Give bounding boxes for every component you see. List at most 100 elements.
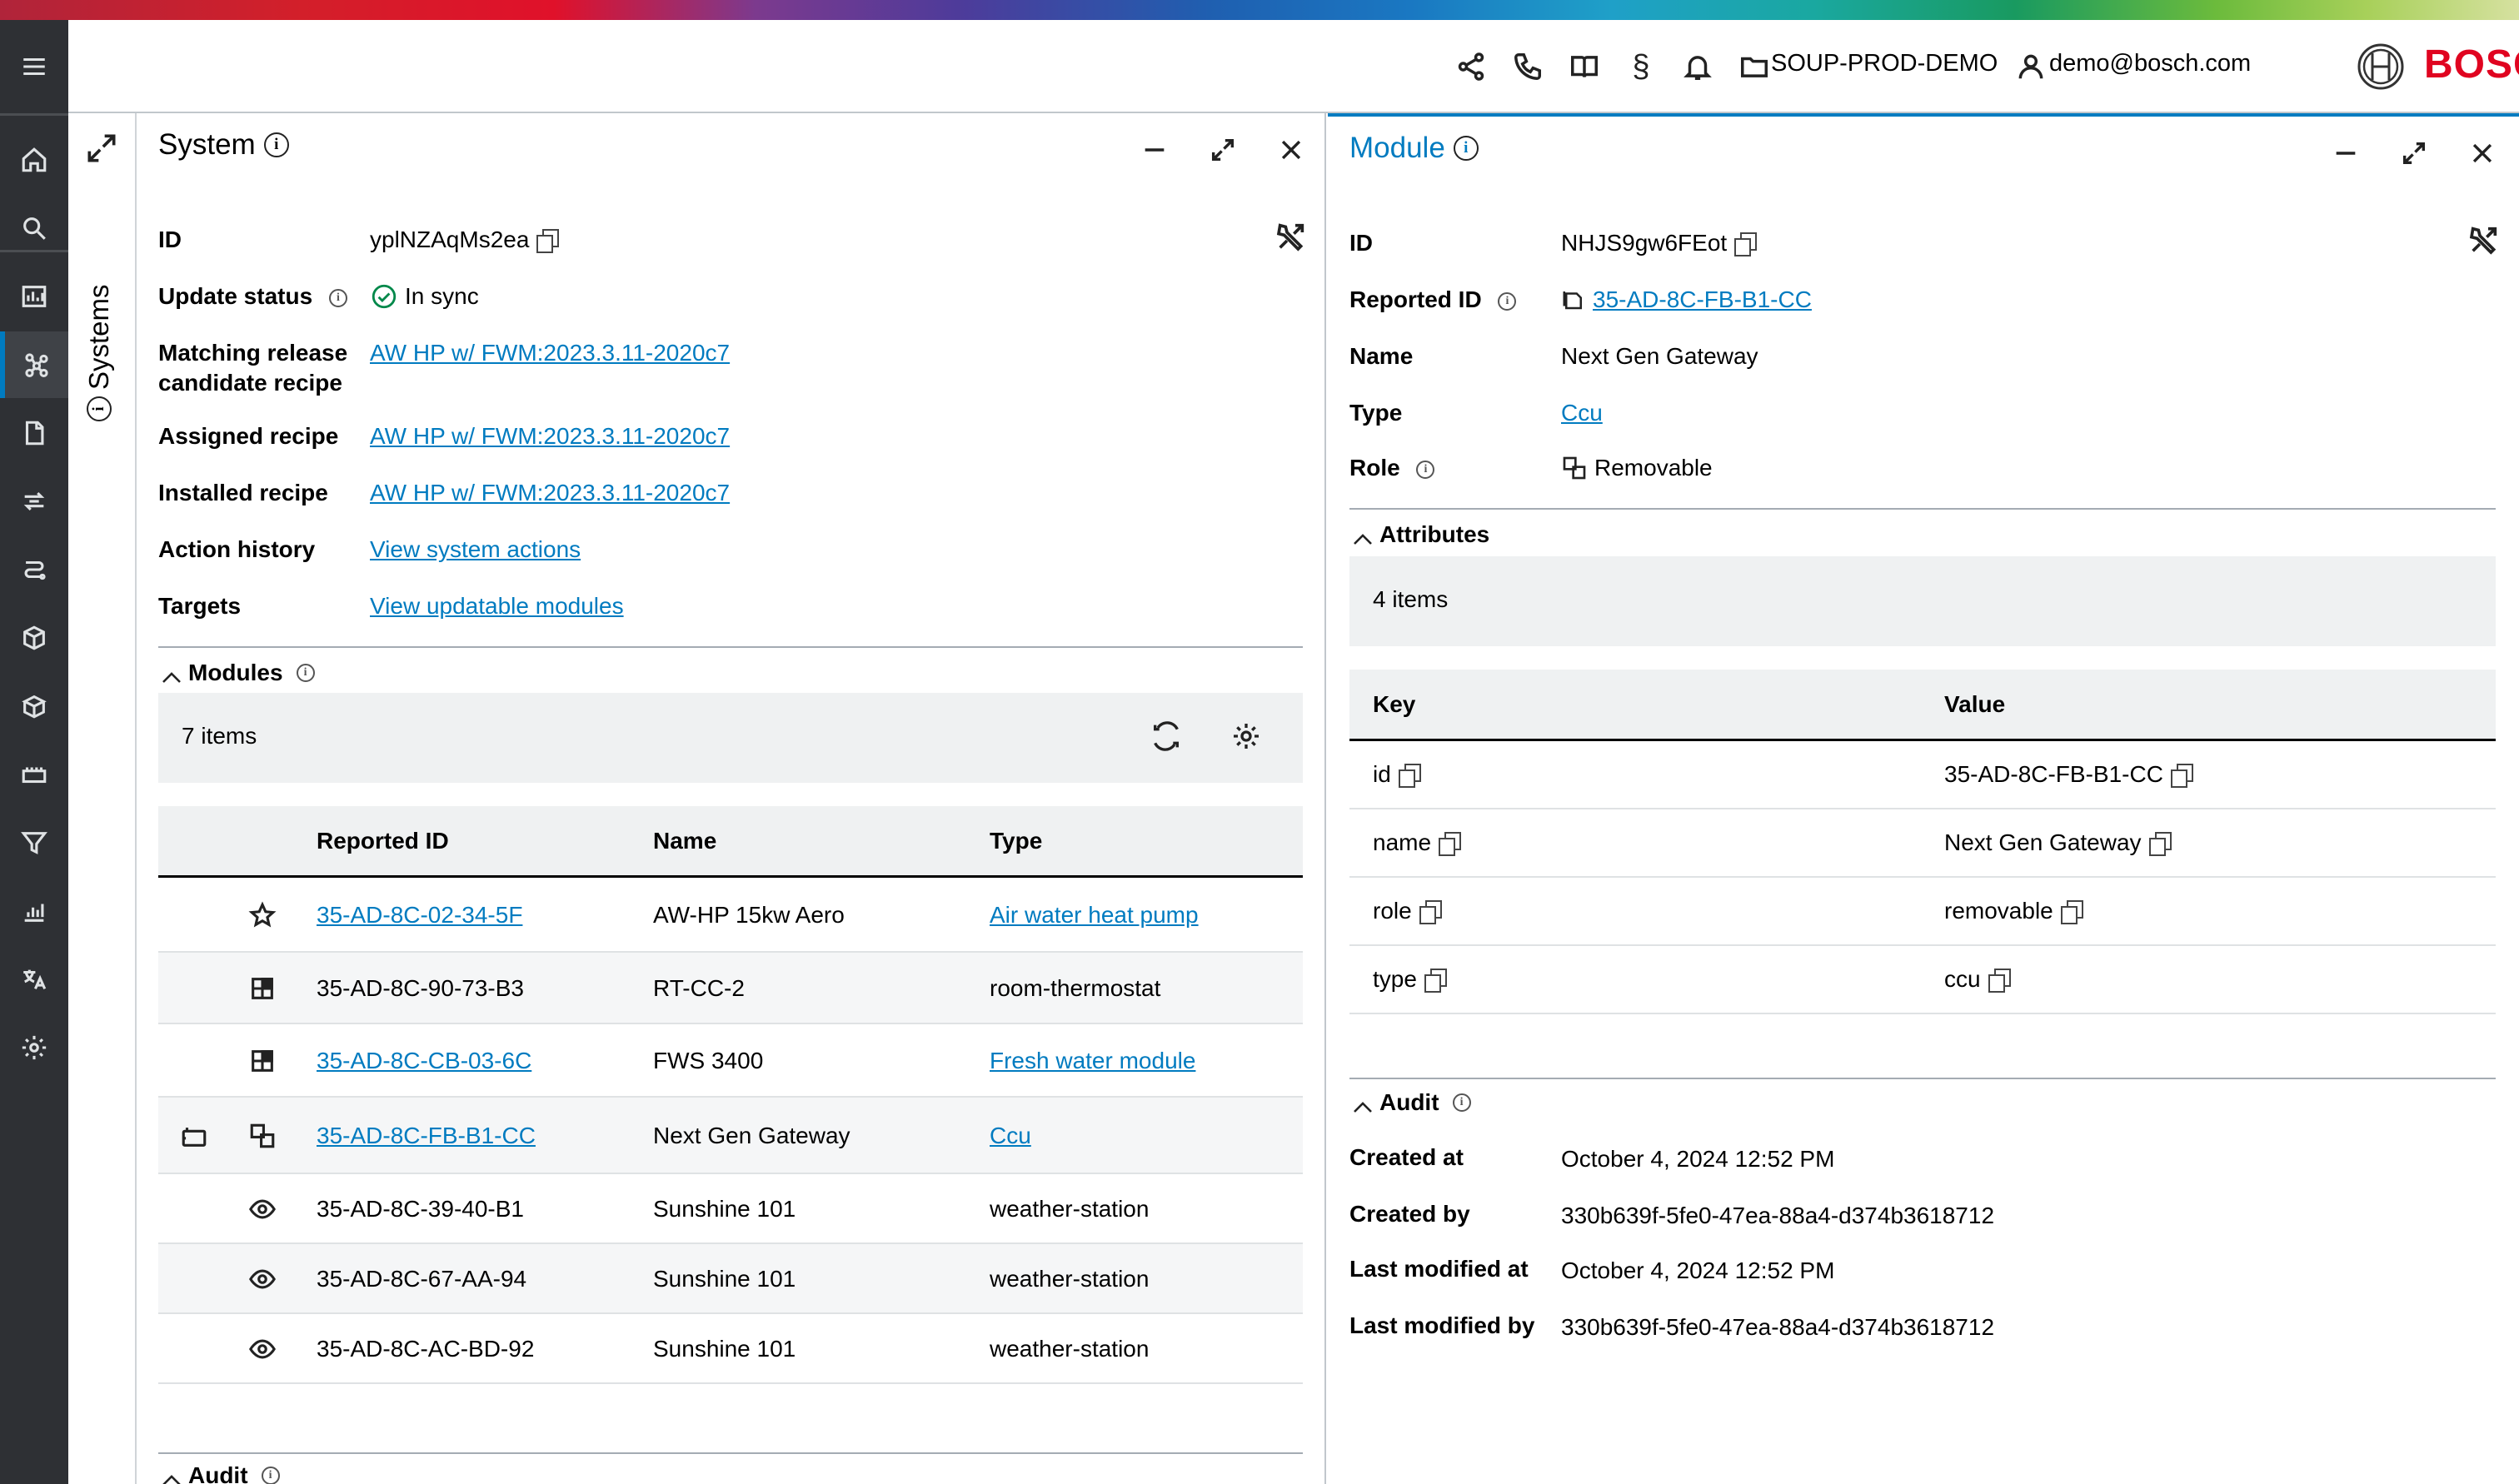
table-row[interactable]: 35-AD-8C-67-AA-94 Sunshine 101 weather-sta… — [158, 1244, 1303, 1314]
table-row[interactable]: name Next Gen Gateway — [1349, 809, 2496, 878]
network-icon[interactable] — [0, 331, 68, 398]
copy-icon[interactable] — [1398, 764, 1421, 788]
type-cell[interactable]: Ccu — [990, 1123, 1031, 1149]
column-header-value[interactable]: Value — [1944, 691, 2005, 718]
type-link[interactable]: Ccu — [1561, 398, 1603, 428]
key-cell: type — [1373, 966, 1447, 993]
table-row[interactable]: role removable — [1349, 878, 2496, 946]
audit-section-header[interactable]: Audit i — [1353, 1089, 1471, 1116]
bar-chart-icon[interactable] — [0, 878, 68, 944]
targets-label: Targets — [158, 593, 242, 619]
book-icon[interactable] — [1564, 47, 1604, 87]
maximize-button[interactable] — [2396, 135, 2432, 172]
info-icon[interactable]: i — [1498, 291, 1517, 311]
info-icon[interactable]: i — [1452, 1093, 1471, 1112]
box-open-icon[interactable] — [0, 673, 68, 740]
legal-paragraph-icon[interactable]: § — [1621, 47, 1661, 87]
chart-board-icon[interactable] — [0, 263, 68, 330]
tools-icon[interactable] — [1274, 220, 1308, 253]
table-row[interactable]: type ccu — [1349, 946, 2496, 1014]
type-cell[interactable]: Air water heat pump — [990, 902, 1199, 929]
column-header-key[interactable]: Key — [1373, 691, 1415, 718]
table-row[interactable]: 35-AD-8C-CB-03-6C FWS 3400 Fresh water mod… — [158, 1024, 1303, 1098]
tenant-selector[interactable]: SOUP-PROD-DEMO — [1771, 50, 1998, 77]
id-value: yplNZAqMs2ea — [370, 225, 560, 255]
close-button[interactable] — [2464, 135, 2501, 172]
audit-section-header[interactable]: Audit i — [162, 1462, 280, 1484]
copy-icon[interactable] — [2060, 900, 2083, 924]
phone-icon[interactable] — [1508, 47, 1548, 87]
expand-icon[interactable] — [83, 130, 120, 167]
brand-color-bar — [0, 0, 2519, 20]
systems-side-tab[interactable]: i Systems — [68, 113, 137, 1484]
table-row[interactable]: 35-AD-8C-AC-BD-92 Sunshine 101 weather-sta… — [158, 1314, 1303, 1384]
module-grid-icon — [248, 1047, 277, 1075]
translate-icon[interactable] — [0, 946, 68, 1013]
table-row[interactable]: 35-AD-8C-39-40-B1 Sunshine 101 weather-sta… — [158, 1174, 1303, 1244]
minimize-button[interactable] — [2327, 135, 2364, 172]
type-cell: weather-station — [990, 1336, 1150, 1362]
info-icon[interactable]: i — [261, 1467, 280, 1484]
tools-icon[interactable] — [2467, 223, 2501, 256]
info-icon[interactable]: i — [296, 664, 315, 682]
table-row[interactable]: 35-AD-8C-FB-B1-CC Next Gen Gateway Ccu — [158, 1098, 1303, 1174]
column-header-name[interactable]: Name — [653, 828, 716, 854]
folder-icon[interactable] — [1738, 47, 1771, 87]
type-cell: weather-station — [990, 1196, 1150, 1222]
attributes-section-header[interactable]: Attributes — [1353, 521, 1489, 548]
bell-icon[interactable] — [1678, 47, 1718, 87]
reported-id-cell[interactable]: 35-AD-8C-CB-03-6C — [317, 1048, 531, 1074]
name-cell: Next Gen Gateway — [653, 1123, 850, 1148]
view-system-actions-link[interactable]: View system actions — [370, 535, 581, 565]
refresh-icon[interactable] — [1150, 720, 1183, 753]
menu-icon[interactable] — [0, 33, 68, 100]
share-icon[interactable] — [1451, 47, 1491, 87]
copy-icon[interactable] — [1424, 969, 1447, 993]
device-icon[interactable] — [0, 741, 68, 808]
name-value: Next Gen Gateway — [1561, 343, 1758, 369]
copy-icon[interactable] — [1419, 900, 1442, 924]
column-header-reported-id[interactable]: Reported ID — [317, 828, 449, 854]
info-icon[interactable]: i — [328, 288, 347, 307]
copy-icon[interactable] — [2170, 764, 2193, 788]
info-icon[interactable]: i — [1453, 136, 1479, 161]
reported-id-cell[interactable]: 35-AD-8C-02-34-5F — [317, 902, 522, 929]
box-icon[interactable] — [0, 605, 68, 671]
id-label: ID — [158, 227, 182, 252]
reported-id-link[interactable]: 35-AD-8C-FB-B1-CC — [1593, 285, 1812, 315]
info-icon[interactable]: i — [1416, 460, 1435, 479]
assigned-recipe-link[interactable]: AW HP w/ FWM:2023.3.11-2020c7 — [370, 421, 730, 451]
copy-icon[interactable] — [1733, 232, 1758, 256]
maximize-button[interactable] — [1205, 132, 1241, 168]
document-icon[interactable] — [0, 400, 68, 466]
copy-icon[interactable] — [2148, 832, 2172, 856]
copy-icon[interactable] — [1988, 969, 2011, 993]
update-status-text-value: In sync — [405, 283, 479, 309]
route-icon[interactable] — [0, 536, 68, 603]
installed-recipe-link[interactable]: AW HP w/ FWM:2023.3.11-2020c7 — [370, 478, 730, 508]
modules-section-header[interactable]: Modules i — [162, 660, 315, 686]
minimize-button[interactable] — [1136, 132, 1173, 168]
table-row[interactable]: 35-AD-8C-90-73-B3 RT-CC-2 room-thermostat — [158, 953, 1303, 1024]
table-row[interactable]: 35-AD-8C-02-34-5F AW-HP 15kw Aero Air wate… — [158, 878, 1303, 953]
role-label: Role i — [1349, 453, 1435, 483]
settings-gear-icon[interactable] — [1230, 720, 1263, 753]
close-button[interactable] — [1273, 132, 1309, 168]
role-text: Role — [1349, 455, 1400, 481]
info-icon[interactable]: i — [263, 132, 289, 157]
filter-icon[interactable] — [0, 809, 68, 876]
column-header-type[interactable]: Type — [990, 828, 1042, 854]
name-cell: FWS 3400 — [653, 1048, 764, 1073]
home-icon[interactable] — [0, 127, 68, 193]
type-cell[interactable]: Fresh water module — [990, 1048, 1195, 1074]
table-row[interactable]: id 35-AD-8C-FB-B1-CC — [1349, 741, 2496, 809]
view-updatable-modules-link[interactable]: View updatable modules — [370, 591, 624, 621]
reported-id-cell[interactable]: 35-AD-8C-FB-B1-CC — [317, 1123, 536, 1149]
matching-recipe-link[interactable]: AW HP w/ FWM:2023.3.11-2020c7 — [370, 338, 730, 368]
gear-icon[interactable] — [0, 1014, 68, 1081]
gateway-icon — [180, 1122, 208, 1150]
user-account[interactable]: demo@bosch.com — [2049, 50, 2251, 77]
swap-icon[interactable] — [0, 468, 68, 535]
copy-icon[interactable] — [536, 229, 560, 253]
copy-icon[interactable] — [1438, 832, 1462, 856]
